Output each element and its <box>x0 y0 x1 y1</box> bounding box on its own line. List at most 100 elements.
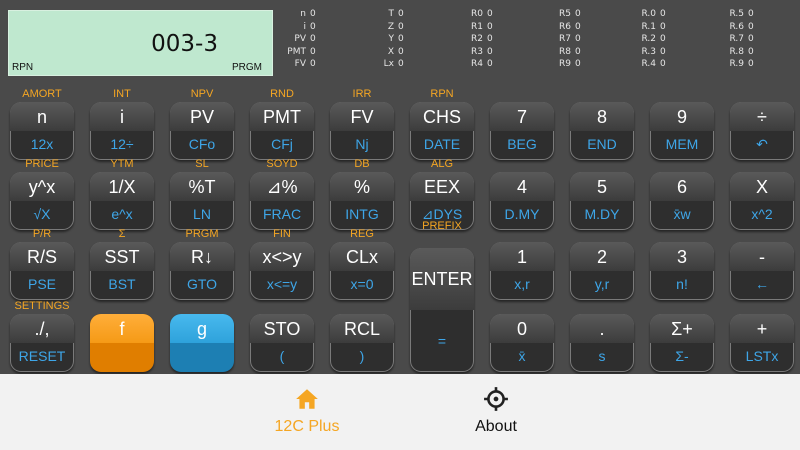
key-button[interactable]: 8 END <box>570 102 634 160</box>
register-name: i <box>303 21 306 32</box>
key-primary-label: FV <box>330 102 394 131</box>
register-row: T0 <box>368 8 404 21</box>
key-button[interactable]: 6 x̄w <box>650 172 714 230</box>
register-value: 0 <box>398 9 404 19</box>
register-row: PV 0 <box>276 33 316 46</box>
key-g-label: ) <box>359 348 365 364</box>
key-button[interactable]: 7 BEG <box>490 102 554 160</box>
key-primary-label: %T <box>170 172 234 201</box>
key-primary-label: . <box>570 314 634 343</box>
key-button[interactable]: 4 D.MY <box>490 172 554 230</box>
tab-home-label: 12C Plus <box>274 418 340 435</box>
f-shift-button[interactable]: f <box>90 314 154 372</box>
key-g-label: x=0 <box>350 276 374 292</box>
key-primary-label: ⊿% <box>250 172 314 201</box>
key-button[interactable]: R/S PSE <box>10 242 74 300</box>
key-g-label: ← <box>755 276 769 292</box>
key-g-label: √X <box>33 206 51 222</box>
key-button[interactable]: RCL) <box>330 314 394 372</box>
key-primary-label: 0 <box>490 314 554 343</box>
register-row: Z0 <box>368 21 404 34</box>
key-primary-label: R/S <box>10 242 74 271</box>
register-value: 0 <box>398 34 404 44</box>
key-primary-label: 7 <box>490 102 554 131</box>
bottom-navigation: 12C Plus About <box>0 374 800 450</box>
key-primary-label: + <box>730 314 794 343</box>
key-button[interactable]: CHS DATE <box>410 102 474 160</box>
register-name: n <box>300 9 306 19</box>
key-primary-label: 5 <box>570 172 634 201</box>
key-primary-label: 6 <box>650 172 714 201</box>
key-g-label: INTG <box>345 206 379 222</box>
key-button[interactable]: FV Nj <box>330 102 394 160</box>
key-g-label <box>170 343 234 372</box>
register-name: PMT <box>287 46 306 57</box>
key-button[interactable]: PV CFo <box>170 102 234 160</box>
key-button[interactable]: - ← <box>730 242 794 300</box>
key-g-label: x̄w <box>673 206 691 222</box>
key-primary-label: Σ+ <box>650 314 714 343</box>
key-button[interactable]: PMT CFj <box>250 102 314 160</box>
key-button[interactable]: Xx^2 <box>730 172 794 230</box>
register-name: X <box>387 46 394 57</box>
key-button[interactable]: 1/X e^x <box>90 172 154 230</box>
key-g-label: x,r <box>514 276 530 292</box>
key-g-label: x̄ <box>518 348 526 364</box>
key-primary-label: 1/X <box>90 172 154 201</box>
register-value: 0 <box>575 21 581 32</box>
register-row: n0 <box>276 8 316 21</box>
register-name: FV <box>294 59 306 69</box>
register-row: R.2 0 <box>628 33 665 46</box>
register-value: 0 <box>748 46 754 57</box>
key-button[interactable]: 5 M.DY <box>570 172 634 230</box>
register-name: R.5 <box>729 9 744 19</box>
key-button[interactable]: 1 x,r <box>490 242 554 300</box>
key-button[interactable]: CLx x=0 <box>330 242 394 300</box>
key-g-label: BST <box>108 276 136 292</box>
key-button[interactable]: ./, RESET <box>10 314 74 372</box>
key-primary-label: PMT <box>250 102 314 131</box>
key-button[interactable]: STO ( <box>250 314 314 372</box>
key-button[interactable]: y^x √X <box>10 172 74 230</box>
key-button[interactable]: 0 x̄ <box>490 314 554 372</box>
register-row: R.8 0 <box>716 46 754 59</box>
register-value: 0 <box>310 34 316 44</box>
key-primary-label: 8 <box>570 102 634 131</box>
key-f-label: REG <box>350 228 374 240</box>
key-g-label: BEG <box>507 136 537 152</box>
g-shift-button[interactable]: g <box>170 314 234 372</box>
key-button[interactable]: i 12÷ <box>90 102 154 160</box>
key-button[interactable]: n 12x <box>10 102 74 160</box>
register-value: 0 <box>660 59 666 69</box>
key-primary-label: 2 <box>570 242 634 271</box>
key-button[interactable]: x<>y x<=y <box>250 242 314 300</box>
register-value: 0 <box>310 9 316 19</box>
key-button[interactable]: Σ+ Σ- <box>650 314 714 372</box>
key-button[interactable]: ⊿% FRAC <box>250 172 314 230</box>
register-value: 0 <box>575 34 581 44</box>
tab-home[interactable]: 12C Plus <box>207 374 407 450</box>
key-button[interactable]: 2 y,r <box>570 242 634 300</box>
register-name: R.6 <box>729 21 744 32</box>
tab-about[interactable]: About <box>396 374 596 450</box>
key-button[interactable]: 3 n! <box>650 242 714 300</box>
key-button[interactable]: R↓ GTO <box>170 242 234 300</box>
register-value: 0 <box>398 21 404 32</box>
key-g-label: CFo <box>188 136 216 152</box>
key-button[interactable]: SST BST <box>90 242 154 300</box>
register-value: 0 <box>748 21 754 32</box>
key-button[interactable]: %T LN <box>170 172 234 230</box>
key-button[interactable]: .s <box>570 314 634 372</box>
register-row: i0 <box>276 21 315 34</box>
key-f-label: DB <box>354 158 370 170</box>
enter-button[interactable]: ENTER = <box>410 248 474 372</box>
key-f-label: FIN <box>273 228 291 240</box>
key-button[interactable]: ÷ ↶ <box>730 102 794 160</box>
key-button[interactable]: + LSTx <box>730 314 794 372</box>
key-button[interactable]: 9 MEM <box>650 102 714 160</box>
key-button[interactable]: % INTG <box>330 172 394 230</box>
display-value: 003-3 <box>151 31 218 57</box>
key-primary-label: X <box>730 172 794 201</box>
register-name: R.7 <box>729 34 744 44</box>
register-name: R.4 <box>641 59 656 69</box>
